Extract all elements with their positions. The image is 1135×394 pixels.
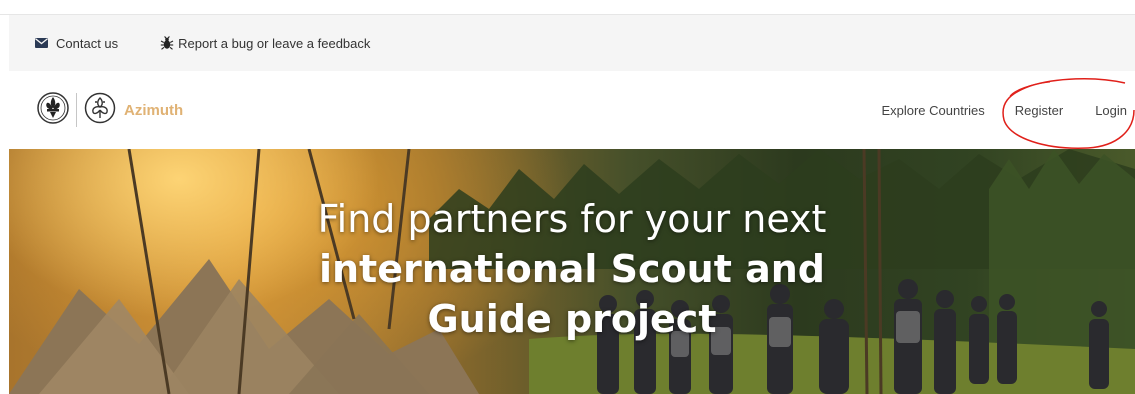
nav-explore-countries[interactable]: Explore Countries	[881, 103, 984, 118]
report-bug-label: Report a bug or leave a feedback	[178, 35, 371, 51]
hero-line-2: international Scout and	[318, 247, 826, 291]
hero-line-1: Find partners for your next	[317, 197, 827, 241]
brand-logo[interactable]: Azimuth	[37, 91, 184, 129]
scout-emblem-icon	[37, 91, 69, 129]
contact-us-label: Contact us	[56, 35, 119, 51]
nav-login[interactable]: Login	[1095, 103, 1127, 118]
contact-us-link[interactable]: Contact us	[35, 36, 118, 51]
hero-banner: Find partners for your next internationa…	[9, 149, 1135, 394]
hero-headline: Find partners for your next internationa…	[9, 194, 1135, 344]
bug-icon	[160, 36, 174, 50]
utility-bar: Contact us Report a bug or leave a feedb…	[9, 15, 1135, 71]
envelope-icon	[35, 38, 48, 48]
report-bug-link[interactable]: Report a bug or leave a feedback	[160, 36, 370, 51]
guide-emblem-icon	[84, 92, 116, 129]
hero-line-3: Guide project	[427, 297, 717, 341]
brand-name: Azimuth	[124, 101, 184, 119]
nav-links: Explore Countries Register Login	[881, 71, 1135, 149]
logo-divider	[76, 93, 77, 127]
main-nav: Azimuth Explore Countries Register Login	[9, 71, 1135, 149]
nav-register[interactable]: Register	[1015, 103, 1063, 118]
